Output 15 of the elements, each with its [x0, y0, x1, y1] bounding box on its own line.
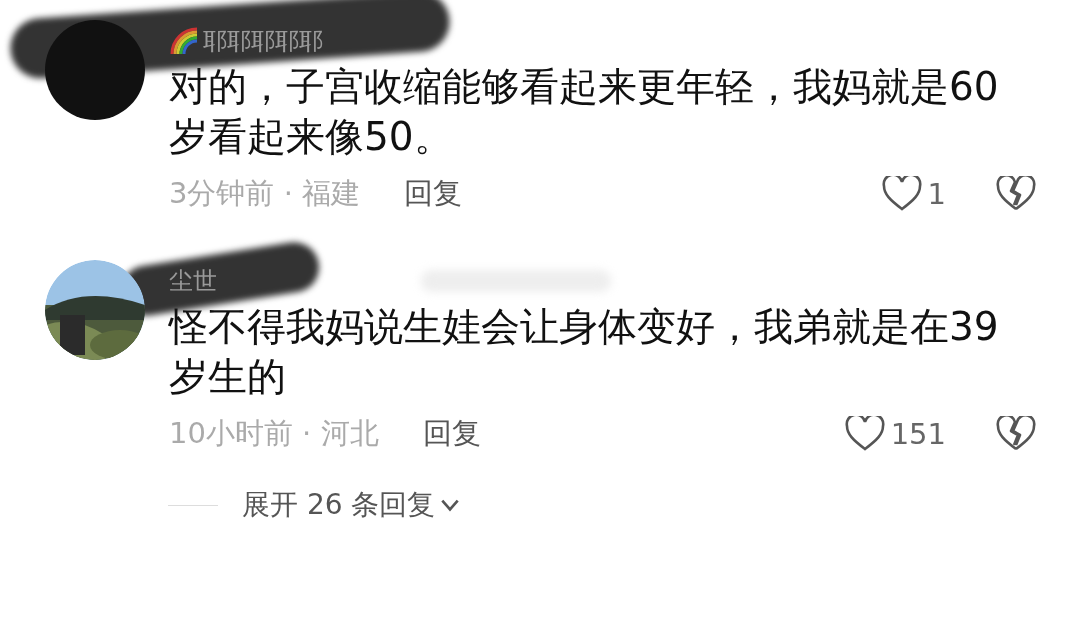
username[interactable]: 耶耶耶耶耶 [203, 25, 323, 57]
broken-heart-icon[interactable] [996, 176, 1036, 212]
heart-icon [844, 416, 885, 452]
broken-heart-icon[interactable] [996, 416, 1036, 452]
comment-text: 对的，子宫收缩能够看起来更年轻，我妈就是60岁看起来像50。 [169, 63, 1000, 161]
reply-button[interactable]: 回复 [422, 414, 481, 454]
reply-button[interactable]: 回复 [404, 174, 463, 214]
username[interactable]: 尘世 [169, 265, 217, 297]
heart-icon [881, 176, 922, 212]
like-button[interactable]: 151 [844, 416, 946, 452]
comment-text: 怪不得我妈说生娃会让身体变好，我弟就是在39岁生的 [169, 303, 1000, 401]
time-location: 3分钟前 · 福建 [169, 175, 361, 212]
time-location: 10小时前 · 河北 [169, 415, 379, 452]
expand-replies-button[interactable]: 展开 26 条回复 [242, 486, 462, 524]
like-button[interactable]: 1 [881, 176, 946, 212]
